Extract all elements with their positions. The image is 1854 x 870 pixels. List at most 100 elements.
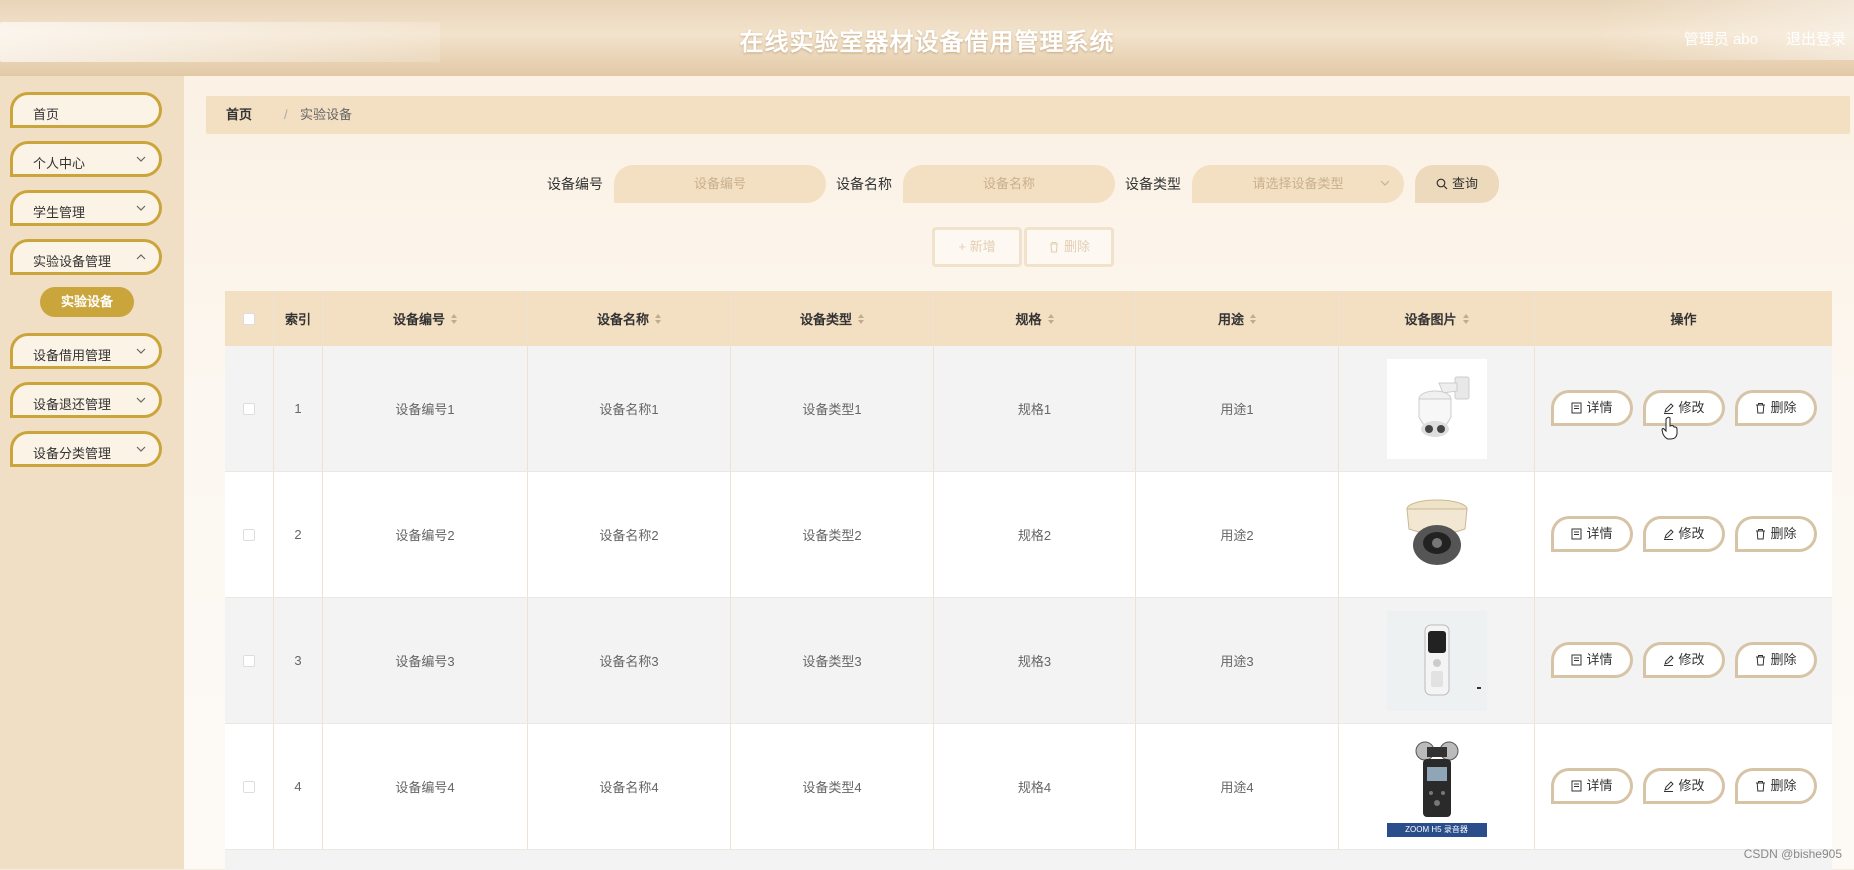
cell-code: 设备编号3 xyxy=(323,598,528,723)
detail-button[interactable]: 详情 xyxy=(1551,516,1633,552)
dome-camera-icon xyxy=(1405,499,1468,565)
header-code-label: 设备编号 xyxy=(392,312,445,327)
delete-button[interactable]: 删除 xyxy=(1735,390,1817,426)
voice-recorder-icon xyxy=(1424,624,1481,695)
header-name[interactable]: 设备名称 xyxy=(528,291,731,346)
header-spec[interactable]: 规格 xyxy=(934,291,1136,346)
cell-code: 设备编号4 xyxy=(323,724,528,849)
trash-icon xyxy=(1756,655,1766,666)
cell-image xyxy=(1339,598,1535,723)
sidebar-item-home[interactable]: 首页 xyxy=(10,92,162,128)
sidebar-item-borrow-management[interactable]: 设备借用管理 xyxy=(10,333,162,369)
detail-label: 详情 xyxy=(1586,778,1613,793)
sidebar-item-category-management[interactable]: 设备分类管理 xyxy=(10,431,162,467)
row-checkbox[interactable] xyxy=(243,654,255,667)
cell-name: 设备名称3 xyxy=(528,598,731,723)
sort-icon[interactable] xyxy=(858,313,864,324)
main-content: 首页 / 实验设备 设备编号 设备编号 设备名称 设备名称 设备类型 请选择设备… xyxy=(184,76,1854,870)
table-row: 4 设备编号4 设备名称4 设备类型4 规格4 用途4 ZOOM H5 录音器 … xyxy=(225,724,1832,850)
cell-image: ZOOM H5 录音器 xyxy=(1339,724,1535,849)
document-icon xyxy=(1571,780,1582,792)
sidebar-item-student-management[interactable]: 学生管理 xyxy=(10,190,162,226)
type-select-placeholder: 请选择设备类型 xyxy=(1252,176,1344,191)
name-search-input[interactable]: 设备名称 xyxy=(903,165,1115,203)
sort-icon[interactable] xyxy=(655,313,661,324)
sidebar-item-return-management[interactable]: 设备退还管理 xyxy=(10,382,162,418)
breadcrumb-home-link[interactable]: 首页 xyxy=(226,96,252,134)
select-all-checkbox[interactable] xyxy=(243,312,255,325)
cell-usage: 用途4 xyxy=(1136,724,1339,849)
cell-image xyxy=(1339,346,1535,471)
logout-link[interactable]: 退出登录 xyxy=(1786,28,1846,49)
header-index: 索引 xyxy=(274,291,323,346)
cell-usage: 用途1 xyxy=(1136,346,1339,471)
row-checkbox[interactable] xyxy=(243,402,255,415)
delete-button[interactable]: 删除 xyxy=(1735,516,1817,552)
equipment-thumbnail[interactable] xyxy=(1386,610,1487,711)
batch-delete-label: 删除 xyxy=(1063,239,1090,254)
equipment-thumbnail[interactable] xyxy=(1386,484,1487,585)
sidebar-item-personal-center[interactable]: 个人中心 xyxy=(10,141,162,177)
add-button[interactable]: + 新增 xyxy=(932,227,1022,267)
delete-button[interactable]: 删除 xyxy=(1735,642,1817,678)
query-button[interactable]: 查询 xyxy=(1415,165,1499,203)
detail-button[interactable]: 详情 xyxy=(1551,390,1633,426)
header-image-label: 设备图片 xyxy=(1404,312,1457,327)
cell-usage: 用途3 xyxy=(1136,598,1339,723)
detail-button[interactable]: 详情 xyxy=(1551,768,1633,804)
sort-icon[interactable] xyxy=(1462,313,1469,324)
cell-name: 设备名称4 xyxy=(528,724,731,849)
chevron-down-icon xyxy=(1380,180,1390,186)
equipment-thumbnail[interactable]: ZOOM H5 录音器 xyxy=(1386,736,1487,837)
cell-ops: 详情 修改 删除 xyxy=(1535,346,1832,471)
cell-image xyxy=(1339,472,1535,597)
code-search-input[interactable]: 设备编号 xyxy=(614,165,826,203)
edit-button[interactable]: 修改 xyxy=(1643,516,1725,552)
header-code[interactable]: 设备编号 xyxy=(323,291,528,346)
watermark: CSDN @bishe905 xyxy=(1743,847,1842,861)
search-icon xyxy=(1436,178,1448,190)
table-row: 2 设备编号2 设备名称2 设备类型2 规格2 用途2 详情 修改 删除 xyxy=(225,472,1832,598)
cell-ops: 详情 修改 删除 xyxy=(1535,598,1832,723)
detail-label: 详情 xyxy=(1586,526,1613,541)
cell-type: 设备类型1 xyxy=(731,346,934,471)
sort-icon[interactable] xyxy=(1250,313,1256,324)
edit-button[interactable]: 修改 xyxy=(1643,390,1725,426)
chevron-down-icon xyxy=(136,446,146,452)
row-checkbox[interactable] xyxy=(243,780,255,793)
sort-icon[interactable] xyxy=(451,313,457,324)
sidebar-item-equipment-management[interactable]: 实验设备管理 xyxy=(10,239,162,275)
cell-code: 设备编号2 xyxy=(323,472,528,597)
equipment-thumbnail[interactable] xyxy=(1386,358,1487,459)
edit-icon xyxy=(1664,655,1675,666)
delete-button[interactable]: 删除 xyxy=(1735,768,1817,804)
cell-index: 3 xyxy=(274,598,323,723)
trash-icon xyxy=(1756,529,1766,540)
hand-cursor-icon xyxy=(1661,416,1678,440)
app-title: 在线实验室器材设备借用管理系统 xyxy=(739,29,1115,56)
document-icon xyxy=(1571,654,1582,666)
query-button-label: 查询 xyxy=(1451,176,1478,191)
document-icon xyxy=(1571,528,1582,540)
batch-delete-button[interactable]: 删除 xyxy=(1024,227,1114,267)
code-filter-label: 设备编号 xyxy=(547,176,603,192)
sidebar-item-label: 实验设备管理 xyxy=(33,254,112,269)
type-select[interactable]: 请选择设备类型 xyxy=(1192,165,1404,203)
detail-button[interactable]: 详情 xyxy=(1551,642,1633,678)
edit-button[interactable]: 修改 xyxy=(1643,642,1725,678)
header-usage[interactable]: 用途 xyxy=(1136,291,1339,346)
edit-icon xyxy=(1664,781,1675,792)
row-checkbox-cell xyxy=(225,472,274,597)
thumbnail-caption: ZOOM H5 录音器 xyxy=(1386,822,1487,837)
header-image[interactable]: 设备图片 xyxy=(1339,291,1535,346)
trash-icon xyxy=(1049,241,1058,253)
edit-button[interactable]: 修改 xyxy=(1643,768,1725,804)
cell-spec: 规格3 xyxy=(934,598,1136,723)
row-checkbox[interactable] xyxy=(243,528,255,541)
sort-icon[interactable] xyxy=(1047,313,1054,324)
edit-label: 修改 xyxy=(1678,652,1705,667)
sidebar-item-label: 设备借用管理 xyxy=(33,348,112,363)
sidebar-subitem-equipment[interactable]: 实验设备 xyxy=(40,287,134,317)
breadcrumb: 首页 / 实验设备 xyxy=(206,96,1850,134)
header-type[interactable]: 设备类型 xyxy=(731,291,934,346)
